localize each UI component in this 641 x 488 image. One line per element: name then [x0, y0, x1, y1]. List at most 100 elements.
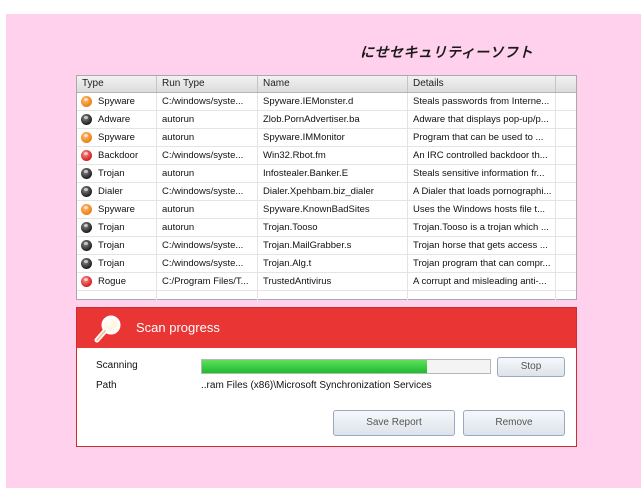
scan-panel: Scan progress Scanning Stop Path ..ram F… [76, 307, 577, 447]
cell-type: Trojan [77, 237, 157, 254]
cell-run-type: C:/windows/syste... [157, 147, 258, 164]
severity-orange-icon [81, 96, 92, 107]
cell-details: Adware that displays pop-up/p... [408, 111, 556, 128]
cell-filler [556, 255, 576, 272]
magnifier-icon [94, 315, 121, 343]
scan-title: Scan progress [136, 320, 220, 335]
severity-black-icon [81, 114, 92, 125]
cell-filler [556, 201, 576, 218]
severity-black-icon [81, 168, 92, 179]
cell-type: Trojan [77, 255, 157, 272]
cell-filler [556, 129, 576, 146]
cell-type: Spyware [77, 93, 157, 110]
cell-type: Trojan [77, 165, 157, 182]
cell-filler [556, 291, 576, 308]
cell-filler [556, 111, 576, 128]
cell-name: Trojan.Tooso [258, 219, 408, 236]
cell-run-type: autorun [157, 129, 258, 146]
cell-details: Steals passwords from Interne... [408, 93, 556, 110]
scan-progress-fill [202, 360, 427, 373]
column-header-name[interactable]: Name [258, 76, 408, 92]
severity-red-icon [81, 150, 92, 161]
severity-black-icon [81, 240, 92, 251]
cell-details: Uses the Windows hosts file t... [408, 201, 556, 218]
cell-filler [556, 183, 576, 200]
table-row[interactable]: Trojan C:/windows/syste... Trojan.Alg.t Tro… [77, 255, 576, 273]
type-label: Trojan [98, 222, 125, 233]
cell-filler [556, 165, 576, 182]
type-label: Trojan [98, 168, 125, 179]
column-header-details[interactable]: Details [408, 76, 556, 92]
cell-details: Program that can be used to ... [408, 129, 556, 146]
column-header-filler [556, 76, 576, 92]
severity-red-icon [81, 276, 92, 287]
cell-details: A corrupt and misleading anti-... [408, 273, 556, 290]
table-row[interactable]: Adware autorun Zlob.PornAdvertiser.ba Adwar… [77, 111, 576, 129]
severity-black-icon [81, 222, 92, 233]
cell-type: Dialer [77, 183, 157, 200]
cell-type: Spyware [77, 201, 157, 218]
cell-name: Zlob.PornAdvertiser.ba [258, 111, 408, 128]
table-header: Type Run Type Name Details [77, 76, 576, 93]
table-row[interactable]: Rogue C:/Program Files/T... TrustedAntivir… [77, 273, 576, 291]
remove-button[interactable]: Remove [463, 410, 565, 436]
cell-run-type: C:/windows/syste... [157, 255, 258, 272]
stop-button[interactable]: Stop [497, 357, 565, 377]
threat-table: Type Run Type Name Details Spyware C:/win… [76, 75, 577, 309]
cell-name: Spyware.IEMonster.d [258, 93, 408, 110]
type-label: Trojan [98, 258, 125, 269]
cell-filler [556, 147, 576, 164]
table-row[interactable]: Spyware autorun Spyware.IMMonitor Program t… [77, 129, 576, 147]
cell-type: Trojan [77, 219, 157, 236]
column-header-run-type[interactable]: Run Type [157, 76, 258, 92]
table-row[interactable]: Backdoor C:/windows/syste... Win32.Rbot.fm… [77, 147, 576, 165]
cell-name: TrustedAntivirus [258, 273, 408, 290]
cell-name: Win32.Rbot.fm [258, 147, 408, 164]
cell-details: Trojan program that can compr... [408, 255, 556, 272]
path-value: ..ram Files (x86)\Microsoft Synchronizat… [201, 380, 432, 391]
cell-name: Spyware.KnownBadSites [258, 201, 408, 218]
cell-details: Steals sensitive information fr... [408, 165, 556, 182]
severity-black-icon [81, 186, 92, 197]
cell-type: Spyware [77, 129, 157, 146]
cell-name: Dialer.Xpehbam.biz_dialer [258, 183, 408, 200]
cell-type [77, 291, 157, 308]
table-body: Spyware C:/windows/syste... Spyware.IEMons… [77, 93, 576, 309]
cell-details: A Dialer that loads pornographi... [408, 183, 556, 200]
cell-filler [556, 219, 576, 236]
table-row[interactable]: Trojan autorun Trojan.Tooso Trojan.Tooso is… [77, 219, 576, 237]
cell-filler [556, 237, 576, 254]
table-row[interactable]: Dialer C:/windows/syste... Dialer.Xpehbam.… [77, 183, 576, 201]
severity-orange-icon [81, 132, 92, 143]
cell-type: Backdoor [77, 147, 157, 164]
cell-details: Trojan horse that gets access ... [408, 237, 556, 254]
cell-run-type [157, 291, 258, 308]
type-label: Spyware [98, 96, 135, 107]
cell-type: Rogue [77, 273, 157, 290]
cell-details: An IRC controlled backdoor th... [408, 147, 556, 164]
scan-progress-bar [201, 359, 491, 374]
scanning-label: Scanning [96, 360, 138, 371]
table-row[interactable]: Trojan C:/windows/syste... Trojan.MailGrab… [77, 237, 576, 255]
table-row[interactable]: Spyware C:/windows/syste... Spyware.IEMons… [77, 93, 576, 111]
cell-type: Adware [77, 111, 157, 128]
table-row[interactable]: Trojan autorun Infostealer.Banker.E Steals … [77, 165, 576, 183]
cell-details: Trojan.Tooso is a trojan which ... [408, 219, 556, 236]
scan-header: Scan progress [77, 308, 576, 348]
type-label: Dialer [98, 186, 123, 197]
cell-filler [556, 273, 576, 290]
cell-run-type: autorun [157, 165, 258, 182]
type-label: Rogue [98, 276, 126, 287]
table-row[interactable]: Spyware autorun Spyware.KnownBadSites Uses … [77, 201, 576, 219]
path-label: Path [96, 380, 117, 391]
save-report-button[interactable]: Save Report [333, 410, 455, 436]
cell-name: Trojan.Alg.t [258, 255, 408, 272]
severity-black-icon [81, 258, 92, 269]
cell-run-type: C:/windows/syste... [157, 183, 258, 200]
type-label: Trojan [98, 240, 125, 251]
column-header-type[interactable]: Type [77, 76, 157, 92]
cell-filler [556, 93, 576, 110]
cell-name [258, 291, 408, 308]
cell-name: Spyware.IMMonitor [258, 129, 408, 146]
type-label: Spyware [98, 132, 135, 143]
